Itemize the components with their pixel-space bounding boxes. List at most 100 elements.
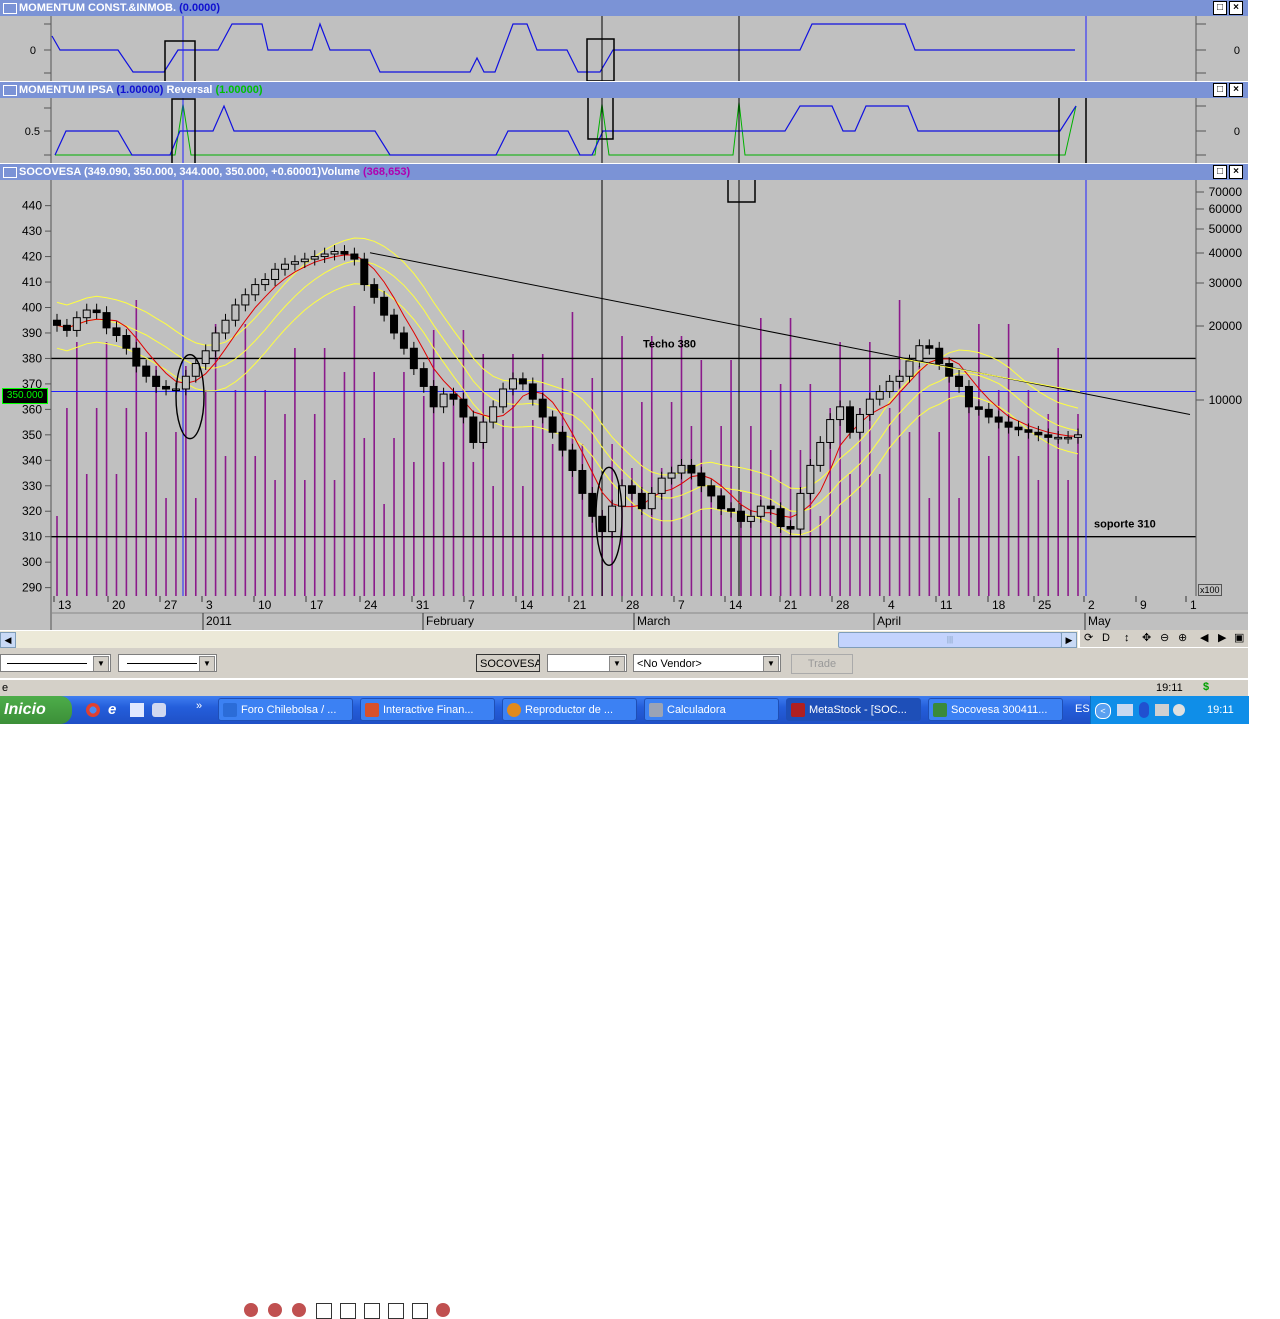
- chart-nav-tools: ⟳ D ↕ ✥ ⊖ ⊕ ◀ ▶ ▣: [1080, 630, 1248, 647]
- expert-icon-3[interactable]: [292, 1303, 306, 1317]
- candle-body: [469, 416, 478, 443]
- network-icon[interactable]: [1117, 704, 1133, 716]
- window-menu-icon[interactable]: [3, 85, 17, 96]
- candle-body: [776, 508, 785, 528]
- y-tick-label: 310: [22, 530, 42, 544]
- price-titlebar[interactable]: SOCOVESA (349.090, 350.000, 344.000, 350…: [0, 164, 1248, 180]
- layout-icon-3[interactable]: [412, 1303, 428, 1319]
- symbol-field[interactable]: SOCOVESA: [476, 654, 540, 672]
- record-icon[interactable]: [436, 1303, 450, 1317]
- scroll-right-button[interactable]: ▶: [1061, 632, 1077, 648]
- momentum-const-title: MOMENTUM CONST.&INMOB.: [19, 2, 177, 14]
- tray-expand-icon[interactable]: <: [1095, 703, 1111, 719]
- candle-body: [637, 492, 646, 510]
- candle-body: [132, 347, 141, 367]
- d-button[interactable]: D: [1102, 630, 1110, 647]
- candle-body: [62, 324, 71, 331]
- expert-icon[interactable]: [244, 1303, 258, 1317]
- candle-body: [548, 416, 557, 433]
- period-combo[interactable]: ▼: [547, 654, 627, 672]
- close-button[interactable]: ×: [1229, 83, 1243, 97]
- zoom-in-icon[interactable]: ⊕: [1178, 630, 1187, 647]
- momentum-const-panel[interactable]: MOMENTUM CONST.&INMOB. (0.0000) □ × 0 0: [0, 0, 1248, 81]
- export-icon[interactable]: [316, 1303, 332, 1319]
- y-tick-label: 340: [22, 453, 42, 467]
- nav-right-icon[interactable]: ▶: [1218, 630, 1226, 647]
- ie-icon[interactable]: e: [108, 701, 116, 718]
- status-bar: e 19:11 $: [0, 679, 1248, 697]
- scroll-thumb[interactable]: |||: [838, 632, 1062, 648]
- vendor-combo[interactable]: <No Vendor> ▼: [633, 654, 781, 672]
- maximize-button[interactable]: □: [1213, 1, 1227, 15]
- speaker-icon[interactable]: [1155, 704, 1169, 716]
- line-weight-combo[interactable]: ▼: [118, 654, 217, 672]
- momentum-ipsa-panel[interactable]: MOMENTUM IPSA (1.00000) Reversal (1.0000…: [0, 82, 1248, 163]
- move-icon[interactable]: ✥: [1142, 630, 1151, 647]
- candle-body: [300, 258, 309, 263]
- line-style-combo[interactable]: ▼: [0, 654, 111, 672]
- security-icon[interactable]: [1173, 704, 1185, 716]
- trade-button[interactable]: Trade: [791, 654, 853, 674]
- candle-body: [756, 505, 765, 517]
- scale-icon[interactable]: ↕: [1124, 630, 1130, 647]
- candle-body: [122, 335, 131, 349]
- close-button[interactable]: ×: [1229, 165, 1243, 179]
- start-button[interactable]: Inicio: [0, 696, 72, 724]
- task-label: Calculadora: [667, 704, 726, 716]
- month-tick-label: 2011: [206, 614, 232, 628]
- candle-body: [191, 363, 200, 377]
- day-tick-label: 21: [573, 598, 587, 612]
- taskbar-item-interactive[interactable]: Interactive Finan...: [360, 698, 495, 721]
- app-icon[interactable]: [152, 703, 166, 717]
- taskbar-item-socovesa[interactable]: Socovesa 300411...: [928, 698, 1063, 721]
- refresh-icon[interactable]: ⟳: [1084, 630, 1093, 647]
- candle-body: [736, 510, 745, 522]
- layout-icon[interactable]: [364, 1303, 380, 1319]
- maximize-button[interactable]: □: [1213, 165, 1227, 179]
- close-button[interactable]: ×: [1229, 1, 1243, 15]
- candle-body: [974, 406, 983, 410]
- scroll-left-button[interactable]: ◀: [0, 632, 16, 648]
- task-label: Socovesa 300411...: [951, 704, 1048, 716]
- day-tick-label: 28: [626, 598, 640, 612]
- expert-icon-2[interactable]: [268, 1303, 282, 1317]
- window-menu-icon[interactable]: [3, 167, 17, 178]
- candle-body: [1074, 434, 1082, 438]
- language-indicator[interactable]: ES: [1075, 703, 1090, 715]
- candle-body: [538, 398, 547, 418]
- candle-body: [1044, 434, 1053, 438]
- candle-body: [588, 492, 597, 517]
- candle-body: [955, 375, 964, 387]
- candle-body: [499, 388, 508, 408]
- candle-body: [746, 515, 755, 522]
- layout-icon-2[interactable]: [388, 1303, 404, 1319]
- candle-body: [251, 284, 260, 296]
- chrome-icon[interactable]: [86, 703, 100, 717]
- volume-tick-label: 40000: [1209, 246, 1243, 260]
- clock[interactable]: 19:11: [1207, 696, 1234, 724]
- taskbar-item-metastock[interactable]: MetaStock - [SOC...: [786, 698, 921, 721]
- window-menu-icon[interactable]: [3, 3, 17, 14]
- volume-value: (368,653): [363, 166, 411, 178]
- more-icon[interactable]: »: [196, 700, 202, 712]
- candle-body: [419, 368, 428, 387]
- candle-body: [796, 492, 805, 530]
- export-icon-2[interactable]: [340, 1303, 356, 1319]
- bluetooth-icon[interactable]: [1139, 702, 1149, 718]
- volume-tick-label: 60000: [1209, 202, 1243, 216]
- taskbar-item-reproductor[interactable]: Reproductor de ...: [502, 698, 637, 721]
- nav-left-icon[interactable]: ◀: [1200, 630, 1208, 647]
- candle-body: [399, 332, 408, 349]
- momentum-const-titlebar[interactable]: MOMENTUM CONST.&INMOB. (0.0000) □ ×: [0, 0, 1248, 16]
- taskbar-item-calculadora[interactable]: Calculadora: [644, 698, 779, 721]
- window-icon[interactable]: ▣: [1234, 630, 1244, 647]
- candle-body: [479, 421, 488, 443]
- price-panel[interactable]: SOCOVESA (349.090, 350.000, 344.000, 350…: [0, 164, 1248, 630]
- horizontal-scrollbar[interactable]: ◀ ||| ▶: [0, 630, 1078, 648]
- zoom-out-icon[interactable]: ⊖: [1160, 630, 1169, 647]
- maximize-button[interactable]: □: [1213, 83, 1227, 97]
- momentum-ipsa-titlebar[interactable]: MOMENTUM IPSA (1.00000) Reversal (1.0000…: [0, 82, 1248, 98]
- taskbar-item-foro[interactable]: Foro Chilebolsa / ...: [218, 698, 353, 721]
- chart-app-icon[interactable]: [130, 703, 144, 717]
- candle-body: [162, 385, 171, 390]
